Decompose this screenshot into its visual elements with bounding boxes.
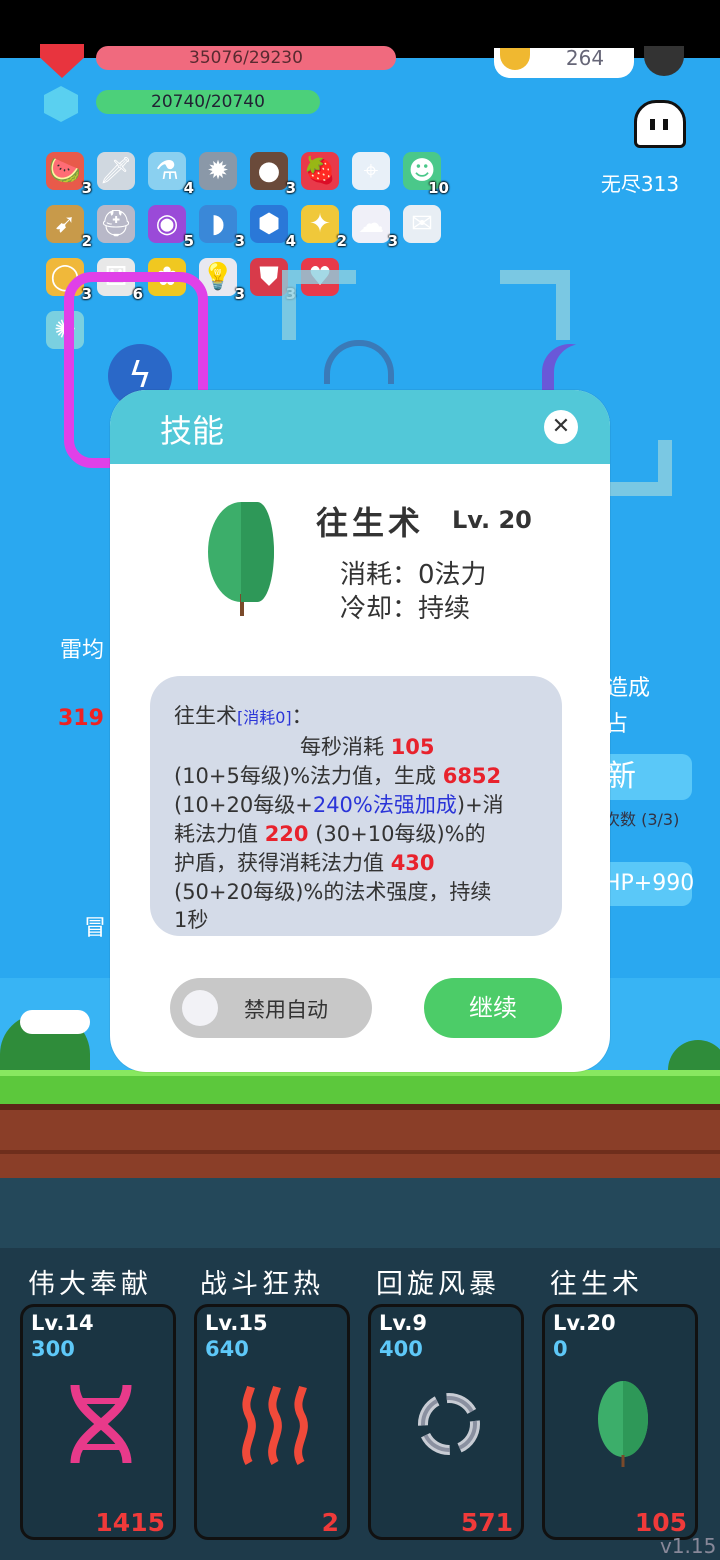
cloud xyxy=(20,1010,90,1034)
desc-line: 耗法力值 220 (30+10每级)%的 xyxy=(174,822,486,846)
envelope-icon[interactable]: ✉ xyxy=(403,205,441,243)
dna-icon xyxy=(23,1379,179,1469)
toggle-label: 禁用自动 xyxy=(244,998,328,1022)
item-count: 5 xyxy=(183,232,194,250)
dirt-ground xyxy=(0,1104,720,1180)
item-count: 3 xyxy=(387,232,398,250)
strawberry-icon[interactable]: 🍓 xyxy=(301,152,339,190)
background-text: 造成 xyxy=(606,676,651,701)
crosshair-icon xyxy=(324,340,394,384)
bracket-decoration xyxy=(282,270,356,340)
skill-name: 战斗狂热 xyxy=(200,1269,324,1300)
cycle-arrows-icon xyxy=(371,1379,527,1469)
background-text: 雷均 xyxy=(60,638,105,663)
close-icon[interactable]: ✕ xyxy=(544,410,578,444)
skill-cost: 400 xyxy=(379,1337,423,1361)
crossbow-icon[interactable]: ➹ 2 xyxy=(46,205,92,249)
skill-name: 伟大奉献 xyxy=(28,1269,152,1300)
skill-use-count: 2 xyxy=(321,1508,339,1537)
bracket-decoration xyxy=(500,270,570,340)
item-count: 3 xyxy=(81,179,92,197)
background-text: 冒 xyxy=(84,916,107,941)
skill-use-count: 1415 xyxy=(95,1508,165,1537)
desc-line: (50+20每级)%的法术强度，持续 xyxy=(174,880,492,904)
mana-bar: 20740/20740 xyxy=(96,90,320,114)
item-count: 2 xyxy=(336,232,347,250)
continue-button[interactable]: 继续 xyxy=(424,978,562,1038)
skill-cost: 消耗：0法力 xyxy=(340,560,487,590)
item-count: 4 xyxy=(183,179,194,197)
desc-line: 每秒消耗 105 xyxy=(300,735,435,759)
refresh-button[interactable]: 新 xyxy=(600,754,692,800)
background-value: 319 xyxy=(58,706,104,731)
skill-slot[interactable]: Lv.14 300 1415 xyxy=(20,1304,176,1540)
skill-slot[interactable]: Lv.9 400 571 xyxy=(368,1304,524,1540)
sword-icon[interactable]: 🗡 xyxy=(97,152,135,190)
coconut-icon[interactable]: ● 3 xyxy=(250,152,296,196)
heat-waves-icon xyxy=(197,1379,353,1469)
blue-gem-icon[interactable]: ⬢ 4 xyxy=(250,205,296,249)
dialog-title: 技能 xyxy=(160,412,225,450)
heart-icon xyxy=(40,44,84,78)
desc-line: 往生术[消耗0]： xyxy=(174,704,313,728)
skill-name: 往生术 xyxy=(550,1269,643,1300)
leaf-icon xyxy=(545,1379,701,1469)
skill-cooldown: 冷却：持续 xyxy=(340,594,471,624)
version-label: v1.15 xyxy=(660,1534,717,1558)
coin-count: 264 xyxy=(565,46,605,70)
viking-helmet-icon[interactable]: ⛑ xyxy=(97,205,135,243)
desc-line: (10+5每级)%法力值，生成 6852 xyxy=(174,764,502,788)
desc-line: 护盾，获得消耗法力值 430 xyxy=(174,851,435,875)
desc-line: 1秒 xyxy=(174,908,209,932)
fish-icon[interactable]: ◗ 3 xyxy=(199,205,245,249)
bracket-decoration xyxy=(606,440,672,496)
leaf-shade xyxy=(241,502,274,602)
item-count: 4 xyxy=(285,232,296,250)
target-icon[interactable]: ⌖ xyxy=(352,152,390,190)
skill-description: 往生术[消耗0]： 每秒消耗 105 (10+5每级)%法力值，生成 6852 … xyxy=(150,676,562,936)
disable-auto-toggle[interactable]: 禁用自动 xyxy=(170,978,372,1038)
refresh-count: 次数 (3/3) xyxy=(604,810,680,829)
dirt-line xyxy=(0,1150,720,1154)
item-count: 3 xyxy=(234,285,245,303)
settings-gear-icon[interactable] xyxy=(644,46,684,76)
item-count: 3 xyxy=(234,232,245,250)
green-ghost-icon[interactable]: ☻ 10 xyxy=(403,152,449,196)
grass-ground xyxy=(0,1070,720,1106)
hp-bonus-button[interactable]: HP+990 xyxy=(600,862,694,906)
ghost-icon[interactable] xyxy=(634,100,686,148)
potion-icon[interactable]: ⚗ 4 xyxy=(148,152,194,196)
hp-bar: 35076/29230 xyxy=(96,46,396,70)
skill-name: 回旋风暴 xyxy=(376,1269,500,1300)
skill-name: 往生术 xyxy=(316,504,425,542)
spiked-ball-icon[interactable]: ✹ xyxy=(199,152,237,190)
desc-line: (10+20每级+240%法强加成)+消 xyxy=(174,793,504,817)
wave-label: 无尽313 xyxy=(600,172,680,196)
skill-panel-header xyxy=(0,1178,720,1248)
white-ghost-icon[interactable]: ☁ 3 xyxy=(352,205,398,249)
mana-gem-icon xyxy=(44,86,78,122)
skill-level: Lv.9 xyxy=(379,1311,427,1335)
skill-level: Lv.14 xyxy=(31,1311,94,1335)
skill-use-count: 105 xyxy=(634,1508,687,1537)
skill-slot[interactable]: Lv.20 0 105 xyxy=(542,1304,698,1540)
skill-cost: 0 xyxy=(553,1337,568,1361)
watermelon-icon[interactable]: 🍉 3 xyxy=(46,152,92,196)
skill-level: Lv.20 xyxy=(553,1311,616,1335)
skill-dialog: 技能 ✕ 往生术 Lv. 20 消耗：0法力 冷却：持续 往生术[消耗0]： 每… xyxy=(110,390,610,1072)
toggle-knob[interactable] xyxy=(182,990,218,1026)
item-count: 10 xyxy=(428,179,449,197)
skill-cost: 640 xyxy=(205,1337,249,1361)
skill-level: Lv.15 xyxy=(205,1311,268,1335)
skill-slot[interactable]: Lv.15 640 2 xyxy=(194,1304,350,1540)
skill-cost: 300 xyxy=(31,1337,75,1361)
item-count: 3 xyxy=(285,179,296,197)
crystal-ball-icon[interactable]: ◉ 5 xyxy=(148,205,194,249)
magic-wand-icon[interactable]: ✦ 2 xyxy=(301,205,347,249)
skill-use-count: 571 xyxy=(460,1508,513,1537)
skill-level: Lv. 20 xyxy=(452,506,532,534)
item-count: 2 xyxy=(81,232,92,250)
